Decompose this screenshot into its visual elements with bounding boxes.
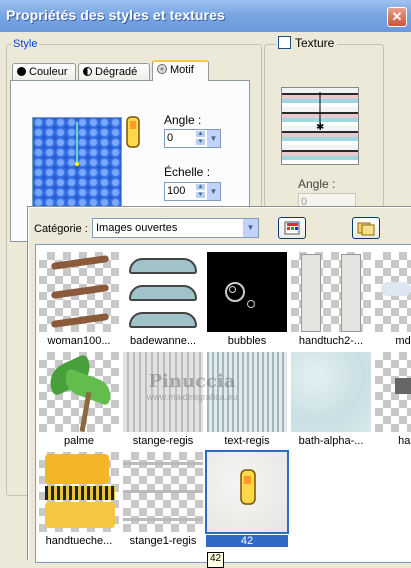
tab-motif[interactable]: Motif (152, 60, 209, 81)
bathtub-thumbnail (123, 252, 203, 332)
category-value: Images ouvertes (96, 222, 178, 234)
title-bar: Propriétés des styles et textures ✕ (0, 0, 411, 32)
angle-spinner[interactable]: 0 ▲ ▼ ▼ (164, 129, 221, 148)
pattern-item-label: bubbles (227, 335, 267, 347)
pattern-item-towels[interactable]: handtueche... (38, 451, 120, 553)
tab-motif-label: Motif (170, 64, 194, 76)
tab-couleur-label: Couleur (29, 66, 68, 78)
pattern-item-mds[interactable]: mds730 (374, 251, 411, 353)
bathalpha-thumbnail (291, 352, 371, 432)
angle-label: Angle : (164, 113, 202, 127)
pattern-item-bathtub[interactable]: badewanne... (122, 251, 204, 353)
pattern-item-label: 42 (206, 535, 288, 547)
scale-label: Échelle : (164, 165, 211, 179)
chevron-down-icon[interactable]: ▼ (206, 183, 220, 200)
pattern-preview-crosshair (75, 122, 79, 166)
circle-icon (17, 67, 26, 76)
pattern-item-label: stange-regis (132, 435, 194, 447)
svg-text:✱: ✱ (316, 122, 324, 133)
pattern-picker-popup: Catégorie : Images ouvertes ▼ woman100..… (28, 207, 411, 568)
pattern-item-label: mds730 (395, 335, 411, 347)
tab-degrade-label: Dégradé (95, 66, 138, 78)
angle-spin-arrows[interactable]: ▲ ▼ (195, 130, 206, 147)
palette-icon (284, 221, 300, 235)
towels-thumbnail (39, 452, 119, 532)
tab-couleur[interactable]: Couleur (12, 63, 76, 81)
checkbox-box[interactable] (278, 36, 291, 49)
mds-thumbnail (375, 252, 411, 332)
scale-value: 100 (167, 185, 186, 197)
close-icon: ✕ (391, 9, 403, 24)
angle-value: 0 (167, 132, 174, 144)
pattern-preview[interactable] (32, 117, 122, 207)
close-button[interactable]: ✕ (387, 7, 407, 27)
tab-degrade[interactable]: Dégradé (78, 63, 150, 81)
texture-checkbox[interactable]: Texture (276, 36, 338, 50)
palette-button[interactable] (278, 217, 306, 239)
hand-pointer-icon (240, 469, 256, 505)
pattern-item-label: handtuch2-... (298, 335, 364, 347)
pattern-item-label: palme (64, 435, 94, 447)
pattern-item-woman[interactable]: woman100... (38, 251, 120, 353)
pattern-item-robe[interactable]: handtuch2-... (290, 251, 372, 353)
handtu-thumbnail (375, 352, 411, 432)
pattern-item-label: badewanne... (129, 335, 197, 347)
hand-pointer-icon (126, 116, 140, 148)
pattern-item-label: woman100... (47, 335, 111, 347)
category-dropdown[interactable]: Images ouvertes ▼ (92, 218, 259, 238)
texture-label: Texture (295, 36, 335, 50)
pattern-item-label: stange1-regis (129, 535, 197, 547)
pattern-item-label: handtueche... (45, 535, 113, 547)
scale-spinner[interactable]: 100 ▲ ▼ ▼ (164, 182, 221, 201)
pattern-icon (157, 64, 167, 74)
watermark-name: Pinuccia (148, 371, 236, 392)
texture-angle-label: Angle : (298, 177, 336, 191)
pattern-item-bathalpha[interactable]: bath-alpha-... (290, 351, 372, 453)
category-label: Catégorie : (34, 223, 88, 235)
woman-thumbnail (39, 252, 119, 332)
pattern-item-stange1[interactable]: stange1-regis (122, 451, 204, 553)
watermark-url: www.maidiregrafica.eu (146, 392, 238, 402)
pattern-item-textregis[interactable]: text-regis (206, 351, 288, 453)
pattern-item-handtu[interactable]: handtu (374, 351, 411, 453)
pattern-item-42[interactable]: 42 (205, 450, 289, 553)
robe-thumbnail (291, 252, 371, 332)
tooltip: 42 (207, 552, 225, 568)
scale-spin-arrows[interactable]: ▲ ▼ (195, 183, 206, 200)
watermark: Pinuccia www.maidiregrafica.eu (92, 371, 292, 402)
pattern-item-label: text-regis (224, 435, 270, 447)
forty-two-thumbnail (205, 450, 289, 534)
bubbles-thumbnail (207, 252, 287, 332)
stange1-thumbnail (123, 452, 203, 532)
folder-button[interactable] (352, 217, 380, 239)
window-title: Propriétés des styles et textures (6, 7, 225, 23)
gradient-icon (83, 67, 92, 76)
pattern-item-label: handtu (398, 435, 411, 447)
texture-preview[interactable]: ✱ (281, 87, 359, 165)
chevron-down-icon[interactable]: ▼ (206, 130, 220, 147)
pattern-item-label: bath-alpha-... (298, 435, 364, 447)
texture-crosshair: ✱ (316, 92, 324, 133)
folder-icon (357, 222, 375, 236)
pattern-grid: woman100... badewanne... bubbles handtuc… (35, 244, 411, 563)
style-group-legend: Style (11, 38, 40, 50)
chevron-down-icon[interactable]: ▼ (242, 219, 258, 237)
pattern-item-palm[interactable]: palme (38, 351, 120, 453)
pattern-item-bubbles[interactable]: bubbles (206, 251, 288, 353)
pattern-item-stange[interactable]: stange-regis (122, 351, 204, 453)
